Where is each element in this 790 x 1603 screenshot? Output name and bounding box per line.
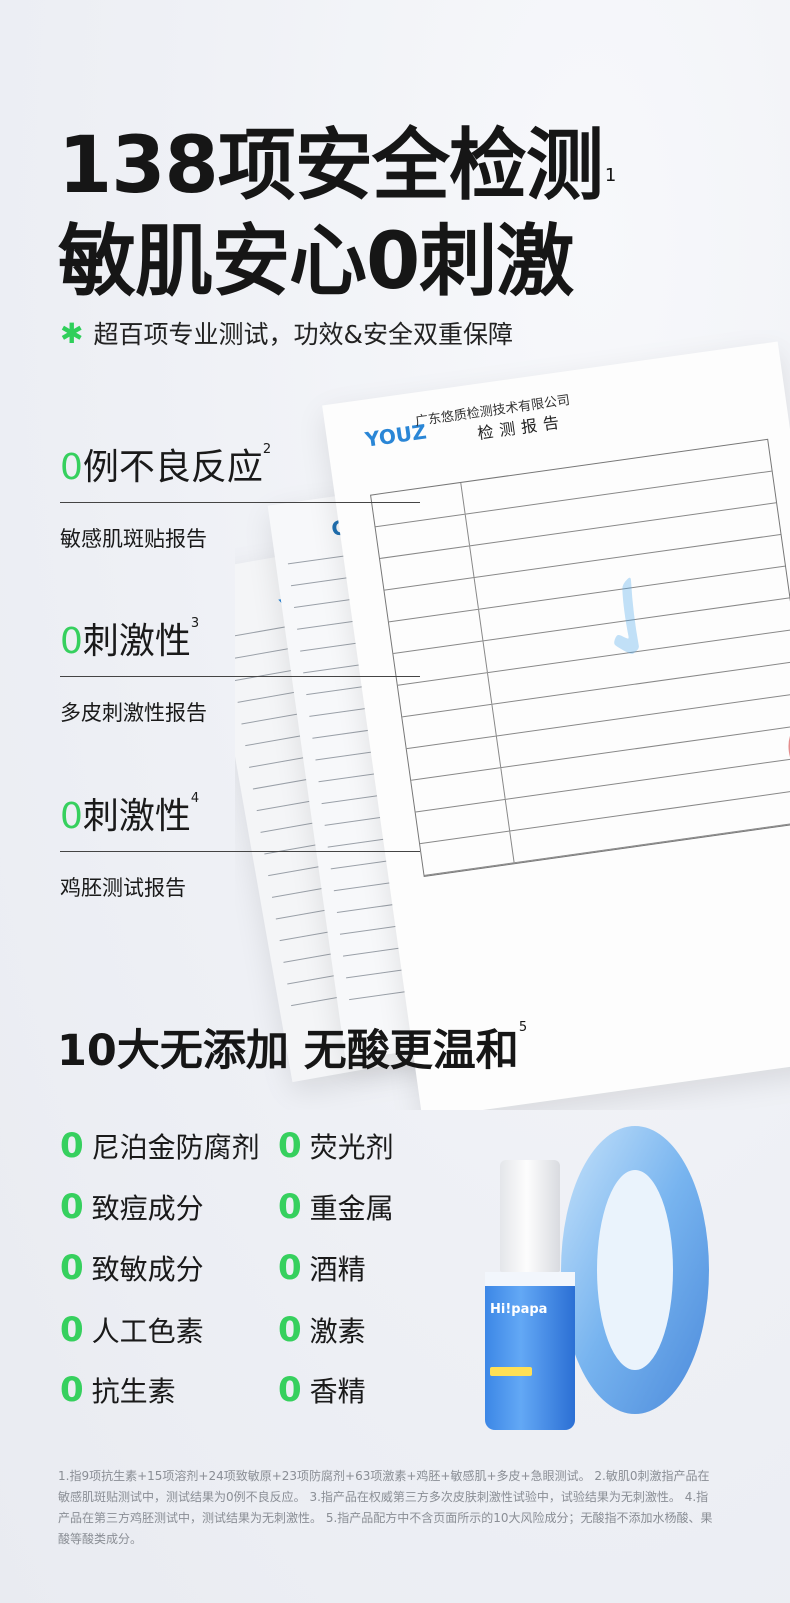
test-item-skin-irritation: 0刺激性3 多皮刺激性报告 — [60, 612, 420, 727]
bottle-tag — [490, 1367, 532, 1376]
product-bottle: Hi!papa — [485, 1160, 575, 1430]
divider — [60, 676, 420, 677]
bottle-label-band — [485, 1272, 575, 1286]
test-item-patch: 0例不良反应2 敏感肌斑贴报告 — [60, 438, 420, 553]
no-additive-item: 0 致敏成分 — [60, 1248, 204, 1288]
no-additive-item: 0 酒精 — [278, 1248, 366, 1288]
glass-zero-graphic — [561, 1126, 709, 1414]
no-additive-item: 0 尼泊金防腐剂 — [60, 1126, 260, 1166]
no-additive-title: 10大无添加 无酸更温和5 — [57, 1020, 528, 1076]
footnote-marker: 1 — [604, 165, 616, 186]
headline-line-2: 敏肌安心0刺激 — [58, 217, 574, 307]
no-additive-item: 0 重金属 — [278, 1187, 394, 1227]
zero-number: 0 — [60, 796, 83, 837]
no-additive-item: 0 抗生素 — [60, 1370, 176, 1410]
test-desc: 鸡胚测试报告 — [60, 876, 186, 900]
no-additive-item: 0 致痘成分 — [60, 1187, 204, 1227]
zero-number: 0 — [60, 447, 83, 488]
no-additive-item: 0 香精 — [278, 1370, 366, 1410]
test-title: 刺激性 — [82, 796, 191, 837]
footnotes: 1.指9项抗生素+15项溶剂+24项致敏原+23项防腐剂+63项激素+鸡胚+敏感… — [58, 1469, 713, 1546]
zero-number: 0 — [60, 621, 83, 662]
bottle-cap — [500, 1160, 560, 1272]
test-desc: 多皮刺激性报告 — [60, 701, 207, 725]
test-item-het-cam: 0刺激性4 鸡胚测试报告 — [60, 787, 420, 902]
divider — [60, 851, 420, 852]
headline-line-1: 138项安全检测 1 — [58, 121, 616, 211]
report-table — [370, 438, 790, 877]
bottle-body: Hi!papa — [485, 1272, 575, 1430]
no-additive-item: 0 人工色素 — [60, 1310, 204, 1350]
test-desc: 敏感肌斑贴报告 — [60, 527, 207, 551]
footnote-marker: 4 — [190, 791, 200, 806]
test-title: 刺激性 — [82, 621, 191, 662]
footnote-marker: 2 — [262, 442, 272, 457]
test-title: 例不良反应 — [82, 447, 263, 488]
divider — [60, 502, 420, 503]
footnote-marker: 5 — [518, 1020, 528, 1035]
green-asterisk-icon: ✱ — [60, 316, 84, 350]
headline: 138项安全检测 1 敏肌安心0刺激 — [58, 118, 616, 310]
product-brand: Hi!papa — [490, 1302, 548, 1317]
no-additive-item: 0 激素 — [278, 1310, 366, 1350]
no-additive-item: 0 荧光剂 — [278, 1126, 394, 1166]
footnote-marker: 3 — [190, 616, 200, 631]
